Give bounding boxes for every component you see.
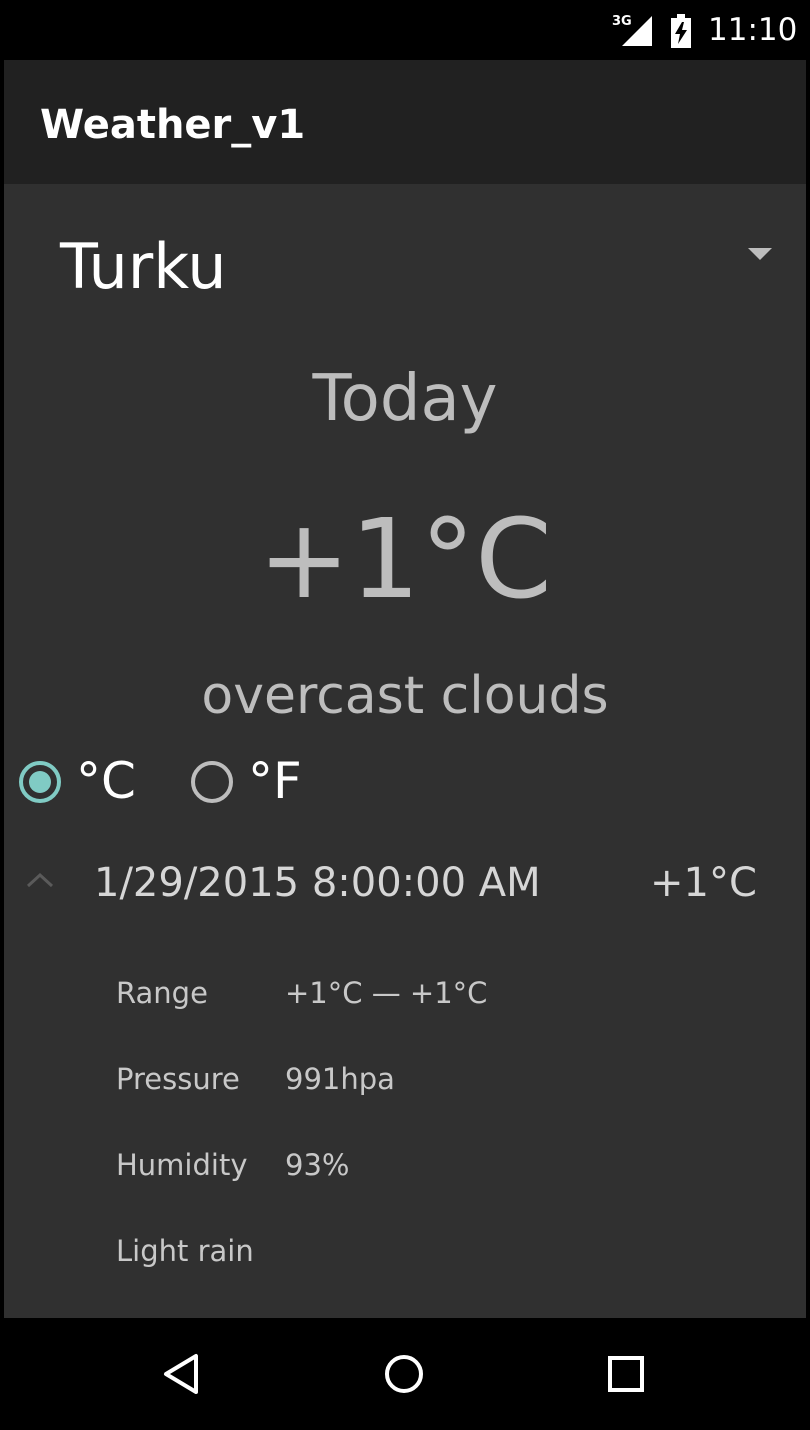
celsius-radio[interactable]: °C <box>18 750 158 820</box>
unit-radio-group: °C °F <box>4 750 806 820</box>
forecast-temperature: +1°C <box>650 860 757 906</box>
app-window: Weather_v1 Turku Today +1°C overcast clo… <box>4 60 806 1318</box>
detail-row-range: Range +1°C — +1°C <box>4 966 806 1026</box>
detail-row-pressure: Pressure 991hpa <box>4 1052 806 1112</box>
celsius-label: °C <box>76 752 136 810</box>
weather-condition: overcast clouds <box>201 666 609 726</box>
home-icon[interactable] <box>374 1344 434 1404</box>
city-spinner[interactable]: Turku <box>4 210 806 320</box>
back-icon[interactable] <box>152 1344 212 1404</box>
dropdown-arrow-icon <box>748 248 772 260</box>
detail-row-humidity: Humidity 93% <box>4 1138 806 1198</box>
detail-row-description: Light rain <box>4 1224 806 1284</box>
chevron-up-icon[interactable] <box>26 872 54 888</box>
detail-label: Pressure <box>116 1062 240 1096</box>
detail-label: Light rain <box>116 1234 254 1268</box>
city-name: Turku <box>60 230 227 303</box>
forecast-group-header[interactable]: 1/29/2015 8:00:00 AM +1°C <box>4 840 806 930</box>
fahrenheit-radio[interactable]: °F <box>190 750 330 820</box>
detail-label: Humidity <box>116 1148 248 1182</box>
status-time: 11:10 <box>708 12 798 48</box>
forecast-date: 1/29/2015 8:00:00 AM <box>94 860 541 906</box>
detail-value: 93% <box>285 1148 350 1182</box>
app-title: Weather_v1 <box>40 102 306 148</box>
fahrenheit-label: °F <box>248 752 302 810</box>
recent-apps-icon[interactable] <box>596 1344 656 1404</box>
signal-icon: 3G <box>612 14 654 48</box>
detail-value: 991hpa <box>285 1062 395 1096</box>
radio-unchecked-icon <box>191 761 233 803</box>
battery-icon <box>670 14 692 48</box>
radio-checked-icon <box>19 761 61 803</box>
app-bar: Weather_v1 <box>4 60 806 184</box>
status-bar: 3G 11:10 <box>0 0 810 60</box>
today-label: Today <box>312 362 498 436</box>
current-temperature: +1°C <box>258 495 552 623</box>
detail-label: Range <box>116 976 208 1010</box>
navigation-bar <box>0 1318 810 1430</box>
detail-value: +1°C — +1°C <box>285 976 488 1010</box>
